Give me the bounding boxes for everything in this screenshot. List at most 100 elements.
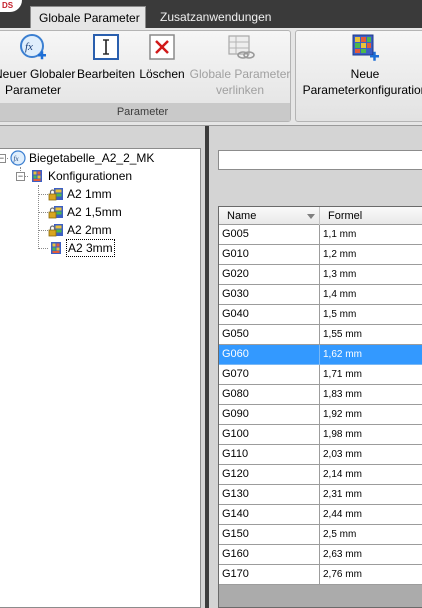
filter-input[interactable] (218, 150, 422, 170)
cell-formel[interactable]: 2,31 mm (320, 485, 422, 505)
table-row[interactable]: G040 1,5 mm (219, 305, 422, 325)
column-header-name-label: Name (227, 210, 257, 222)
cell-name[interactable]: G040 (219, 305, 320, 325)
svg-text:fx: fx (25, 41, 33, 53)
cell-formel[interactable]: 2,14 mm (320, 465, 422, 485)
cell-name[interactable]: G090 (219, 405, 320, 425)
app-logo-text: DS (2, 1, 14, 10)
cell-name[interactable]: G140 (219, 505, 320, 525)
table-row[interactable]: G070 1,71 mm (219, 365, 422, 385)
tab-globale-parameter[interactable]: Globale Parameter (30, 6, 146, 28)
cell-formel[interactable]: 1,2 mm (320, 245, 422, 265)
sort-descending-icon (307, 214, 315, 219)
locked-table-icon (48, 206, 63, 219)
cell-formel[interactable]: 1,62 mm (320, 345, 422, 365)
cell-name[interactable]: G080 (219, 385, 320, 405)
link-global-parameters-button: Globale Parameter verlinken (188, 32, 292, 98)
svg-text:fx: fx (14, 155, 20, 163)
tree-item-label: A2 1mm (67, 187, 112, 201)
tree-connector (38, 230, 48, 231)
tab-zusatzanwendungen[interactable]: Zusatzanwendungen (152, 6, 279, 28)
table-row[interactable]: G080 1,83 mm (219, 385, 422, 405)
table-row[interactable]: G150 2,5 mm (219, 525, 422, 545)
cell-name[interactable]: G110 (219, 445, 320, 465)
collapse-toggle[interactable]: − (0, 154, 6, 163)
cell-name[interactable]: G060 (219, 345, 320, 365)
link-label-2: verlinken (215, 83, 265, 97)
column-header-formel[interactable]: Formel (320, 207, 422, 225)
tree-item-label: A2 3mm (66, 239, 115, 257)
collapse-toggle[interactable]: − (16, 172, 25, 181)
cell-name[interactable]: G100 (219, 425, 320, 445)
cell-name[interactable]: G010 (219, 245, 320, 265)
edit-text-icon (93, 34, 119, 60)
ribbon: Parameter fx Neuer Globaler Parameter Be… (0, 28, 422, 126)
column-header-name[interactable]: Name (219, 207, 320, 225)
cell-formel[interactable]: 1,55 mm (320, 325, 422, 345)
ribbon-tab-strip: DS Globale Parameter Zusatzanwendungen (0, 0, 422, 28)
cell-formel[interactable]: 2,03 mm (320, 445, 422, 465)
table-row[interactable]: G010 1,2 mm (219, 245, 422, 265)
table-row[interactable]: G090 1,92 mm (219, 405, 422, 425)
cell-name[interactable]: G020 (219, 265, 320, 285)
cell-name[interactable]: G120 (219, 465, 320, 485)
cell-name[interactable]: G160 (219, 545, 320, 565)
cell-name[interactable]: G050 (219, 325, 320, 345)
cell-formel[interactable]: 1,4 mm (320, 285, 422, 305)
fx-add-icon: fx (20, 34, 46, 60)
cell-formel[interactable]: 2,44 mm (320, 505, 422, 525)
cell-formel[interactable]: 1,1 mm (320, 225, 422, 245)
cell-formel[interactable]: 1,92 mm (320, 405, 422, 425)
delete-label: Löschen (139, 67, 185, 81)
cell-formel[interactable]: 2,63 mm (320, 545, 422, 565)
table-row[interactable]: G110 2,03 mm (219, 445, 422, 465)
parameter-pane: Name Formel G005 1,1 mm G010 1,2 mm G020 1,3 … (209, 126, 422, 608)
table-row[interactable]: G030 1,4 mm (219, 285, 422, 305)
cell-formel[interactable]: 1,5 mm (320, 305, 422, 325)
tree-pane: − − fx Biegetabelle_A2_2_MK Konfiguratio… (0, 126, 205, 608)
tree-connector (38, 248, 48, 249)
ribbon-group-label: Parameter (0, 103, 290, 121)
cell-name[interactable]: G130 (219, 485, 320, 505)
cell-formel[interactable]: 2,5 mm (320, 525, 422, 545)
table-icon (51, 242, 61, 254)
cell-name[interactable]: G030 (219, 285, 320, 305)
link-table-icon (228, 35, 255, 59)
cell-name[interactable]: G070 (219, 365, 320, 385)
new-global-parameter-button[interactable]: fx Neuer Globaler Parameter (0, 32, 75, 98)
grid-add-icon (352, 34, 379, 61)
tree-item-label: A2 2mm (67, 223, 112, 237)
table-row[interactable]: G170 2,76 mm (219, 565, 422, 585)
table-row[interactable]: G120 2,14 mm (219, 465, 422, 485)
new-global-parameter-label-2: Parameter (4, 83, 62, 97)
edit-label: Bearbeiten (76, 67, 136, 81)
locked-table-icon (48, 188, 63, 201)
locked-table-icon (48, 224, 63, 237)
cell-formel[interactable]: 1,71 mm (320, 365, 422, 385)
tree-connector (38, 212, 48, 213)
table-row[interactable]: G020 1,3 mm (219, 265, 422, 285)
table-row[interactable]: G100 1,98 mm (219, 425, 422, 445)
app-logo[interactable]: DS (0, 0, 22, 12)
configuration-tree[interactable]: − − fx Biegetabelle_A2_2_MK Konfiguratio… (0, 148, 201, 608)
cell-name[interactable]: G170 (219, 565, 320, 585)
table-row[interactable]: G160 2,63 mm (219, 545, 422, 565)
cell-formel[interactable]: 1,3 mm (320, 265, 422, 285)
new-config-label-2: Parameterkonfiguration (302, 83, 422, 97)
delete-button[interactable]: Löschen (138, 32, 186, 82)
table-row[interactable]: G060 1,62 mm (219, 345, 422, 365)
table-row[interactable]: G140 2,44 mm (219, 505, 422, 525)
tree-node-root-label: Biegetabelle_A2_2_MK (29, 151, 155, 165)
cell-name[interactable]: G005 (219, 225, 320, 245)
new-parameter-configuration-button[interactable]: Neue Parameterkonfiguration (298, 32, 422, 98)
table-row[interactable]: G050 1,55 mm (219, 325, 422, 345)
cell-name[interactable]: G150 (219, 525, 320, 545)
edit-button[interactable]: Bearbeiten (76, 32, 136, 82)
cell-formel[interactable]: 1,98 mm (320, 425, 422, 445)
table-row[interactable]: G005 1,1 mm (219, 225, 422, 245)
cell-formel[interactable]: 1,83 mm (320, 385, 422, 405)
parameter-grid[interactable]: Name Formel G005 1,1 mm G010 1,2 mm G020 1,3 … (218, 206, 422, 608)
table-row[interactable]: G130 2,31 mm (219, 485, 422, 505)
grid-body: G005 1,1 mm G010 1,2 mm G020 1,3 mm G030 1,4 mm… (219, 225, 422, 585)
cell-formel[interactable]: 2,76 mm (320, 565, 422, 585)
